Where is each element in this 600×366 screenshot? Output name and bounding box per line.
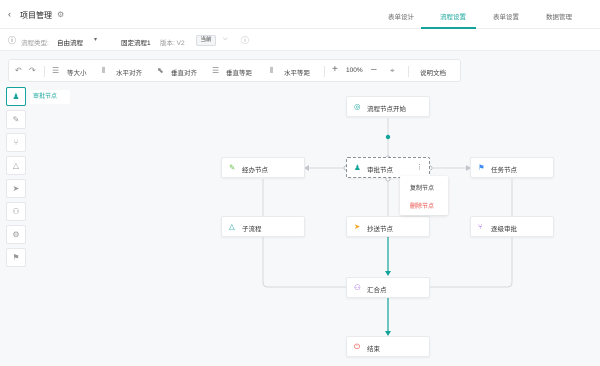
node-start[interactable]: ◎ 流程节点开始 — [346, 96, 430, 117]
flag-icon: ⚑ — [478, 163, 485, 172]
merge-icon: ⚇ — [354, 283, 361, 292]
copy-node-menu-item[interactable]: 复制节点 — [410, 183, 434, 192]
start-connector-dot — [385, 134, 391, 140]
node-label: 抄送节点 — [367, 226, 393, 233]
delete-node-menu-item[interactable]: 删除节点 — [410, 201, 434, 210]
node-label: 经办节点 — [242, 167, 268, 174]
send-icon: ➤ — [354, 222, 361, 231]
start-icon: ◎ — [354, 102, 361, 111]
node-cc[interactable]: ➤ 抄送节点 — [346, 216, 430, 237]
node-handle[interactable]: ✎ 经办节点 — [221, 157, 305, 178]
arrowhead — [385, 271, 391, 276]
node-subflow[interactable]: △ 子流程 — [221, 216, 305, 237]
node-label: 逐级审批 — [491, 226, 517, 233]
node-label: 结束 — [367, 346, 380, 353]
node-label: 汇合点 — [367, 287, 387, 294]
node-label: 流程节点开始 — [367, 106, 406, 113]
node-approve-selected[interactable]: ♟ 审批节点 ⋮ — [346, 157, 430, 178]
edge-sequential-merge — [430, 237, 513, 288]
triangle-icon: △ — [229, 222, 235, 231]
node-label: 审批节点 — [367, 167, 393, 174]
node-end[interactable]: ⏻ 结束 — [346, 336, 430, 357]
flow-connections — [262, 118, 513, 336]
user-icon: ♟ — [354, 163, 361, 172]
node-merge[interactable]: ⚇ 汇合点 — [346, 277, 430, 298]
node-task[interactable]: ⚑ 任务节点 — [470, 157, 554, 178]
edge-subflow-merge — [262, 237, 346, 288]
hierarchy-icon: ⑂ — [478, 222, 483, 231]
node-label: 任务节点 — [491, 167, 517, 174]
power-icon: ⏻ — [354, 342, 360, 351]
pencil-icon: ✎ — [229, 163, 236, 172]
node-label: 子流程 — [242, 226, 262, 233]
more-icon[interactable]: ⋮ — [416, 163, 423, 171]
node-context-menu: 复制节点 删除节点 — [400, 176, 448, 215]
node-sequential[interactable]: ⑂ 逐级审批 — [470, 216, 554, 237]
